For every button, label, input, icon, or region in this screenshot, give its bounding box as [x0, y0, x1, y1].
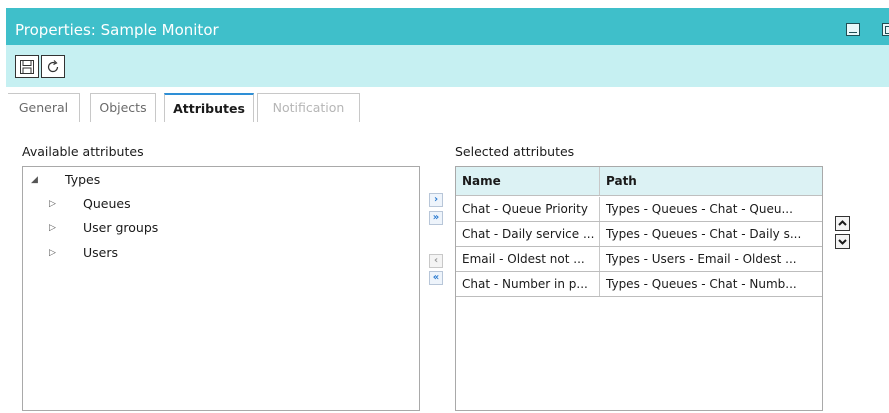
- minimize-button[interactable]: [846, 23, 860, 36]
- table-row[interactable]: Chat - Queue Priority Types - Queues - C…: [456, 197, 822, 222]
- tree-item-user-groups[interactable]: ▷ User groups: [23, 218, 419, 238]
- move-down-button[interactable]: [835, 234, 850, 249]
- tab-notification: Notification: [257, 93, 360, 122]
- add-attribute-button[interactable]: ›: [429, 193, 443, 207]
- row-path-cell: Types - Users - Email - Oldest ...: [606, 252, 797, 266]
- column-header-path[interactable]: Path: [600, 167, 822, 196]
- tree-item-label: Users: [83, 245, 119, 260]
- row-name-cell: Chat - Queue Priority: [462, 202, 588, 216]
- tab-attributes[interactable]: Attributes: [164, 93, 254, 122]
- selected-attributes-label: Selected attributes: [455, 144, 575, 159]
- available-attributes-label: Available attributes: [22, 144, 144, 159]
- row-path-cell: Types - Queues - Chat - Queu...: [606, 202, 793, 216]
- tab-strip: General Objects Attributes Notification: [0, 87, 889, 123]
- row-path-cell: Types - Queues - Chat - Numb...: [606, 277, 797, 291]
- tree-item-label: Queues: [83, 196, 131, 211]
- grid-header: Name Path: [456, 167, 822, 196]
- save-button[interactable]: [15, 55, 39, 78]
- row-name-cell: Email - Oldest not ...: [462, 252, 585, 266]
- tree-item-label: User groups: [83, 220, 159, 235]
- table-row[interactable]: Chat - Number in p... Types - Queues - C…: [456, 272, 822, 297]
- add-all-attributes-button[interactable]: »: [429, 211, 443, 225]
- table-row[interactable]: Chat - Daily service ... Types - Queues …: [456, 222, 822, 247]
- tree-item-queues[interactable]: ▷ Queues: [23, 194, 419, 214]
- remove-attribute-button[interactable]: ‹: [429, 254, 443, 268]
- expanded-triangle-icon[interactable]: ◢: [31, 170, 38, 190]
- save-icon: [20, 60, 34, 74]
- tree-item-label: Types: [65, 172, 101, 187]
- available-attributes-tree[interactable]: ◢ Types ▷ Queues ▷ User groups ▷ Users: [22, 166, 420, 411]
- collapsed-triangle-icon[interactable]: ▷: [49, 218, 56, 238]
- collapsed-triangle-icon[interactable]: ▷: [49, 243, 56, 263]
- tree-item-types[interactable]: ◢ Types: [23, 170, 419, 190]
- window-title: Properties: Sample Monitor: [15, 21, 219, 39]
- toolbar: [6, 45, 889, 87]
- tab-objects[interactable]: Objects: [90, 93, 156, 122]
- refresh-icon: [47, 60, 59, 73]
- maximize-button[interactable]: [882, 23, 889, 36]
- move-up-button[interactable]: [835, 216, 850, 231]
- row-name-cell: Chat - Number in p...: [462, 277, 588, 291]
- remove-all-attributes-button[interactable]: «: [429, 271, 443, 285]
- refresh-button[interactable]: [41, 55, 65, 78]
- collapsed-triangle-icon[interactable]: ▷: [49, 194, 56, 214]
- table-row[interactable]: Email - Oldest not ... Types - Users - E…: [456, 247, 822, 272]
- row-name-cell: Chat - Daily service ...: [462, 227, 595, 241]
- selected-attributes-grid[interactable]: Name Path Chat - Queue Priority Types - …: [455, 166, 823, 411]
- row-path-cell: Types - Queues - Chat - Daily s...: [606, 227, 802, 241]
- title-bar: Properties: Sample Monitor: [6, 8, 889, 45]
- chevron-up-icon: [838, 220, 847, 226]
- chevron-down-icon: [838, 239, 847, 245]
- tree-item-users[interactable]: ▷ Users: [23, 243, 419, 263]
- column-header-name[interactable]: Name: [456, 167, 599, 196]
- tab-general[interactable]: General: [8, 93, 80, 122]
